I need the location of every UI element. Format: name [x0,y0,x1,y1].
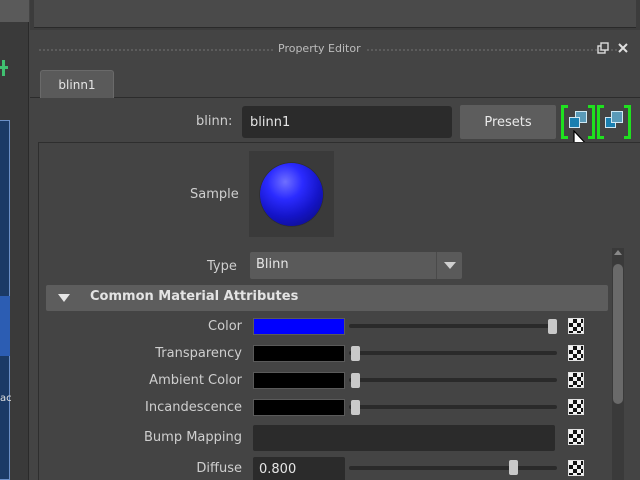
type-dropdown[interactable]: Blinn [250,252,462,279]
color-swatch[interactable] [253,318,345,335]
type-label: Type [207,259,237,274]
checker-map-icon[interactable] [568,345,584,361]
add-icon[interactable] [0,60,8,76]
top-viewport-remnant [30,0,640,30]
transparency-swatch[interactable] [253,345,345,362]
attr-label-bump-mapping: Bump Mapping [144,430,242,445]
presets-button[interactable]: Presets [460,105,556,139]
material-sample-swatch [249,151,334,237]
ambient-color-slider-handle[interactable] [351,373,360,388]
tab-bar: blinn1 [30,66,640,98]
node-name-field[interactable] [242,106,452,138]
chevron-down-icon[interactable] [436,252,462,279]
material-preview-sphere [260,163,323,226]
sample-label: Sample [190,187,239,202]
diffuse-slider[interactable] [349,466,557,470]
viewport-remnant [0,0,29,22]
float-window-icon[interactable] [596,41,610,55]
attr-label-transparency: Transparency [155,346,242,361]
transparency-slider[interactable] [349,351,557,355]
outliner-text-fragment: ac [0,393,12,404]
tab-blinn1[interactable]: blinn1 [40,70,114,98]
diffuse-slider-handle[interactable] [509,460,518,475]
ambient-color-swatch[interactable] [253,372,345,389]
left-panel-strip: ac [0,0,29,480]
scroll-up-icon[interactable] [614,250,622,255]
ambient-color-slider[interactable] [349,378,557,382]
property-editor-titlebar[interactable]: Property Editor [30,38,640,62]
transparency-slider-handle[interactable] [351,346,360,361]
incandescence-slider-handle[interactable] [351,400,360,415]
checker-map-icon[interactable] [568,372,584,388]
show-output-connections-icon [611,111,623,123]
outliner-panel-remnant: ac [0,120,12,480]
bump-mapping-field[interactable] [253,425,555,451]
expand-triangle-icon[interactable] [58,294,70,302]
checker-map-icon[interactable] [568,399,584,415]
vertical-scrollbar[interactable] [612,248,624,480]
node-type-label: blinn: [196,114,233,129]
color-slider[interactable] [349,324,557,328]
close-icon[interactable] [616,41,630,55]
type-value: Blinn [256,257,289,272]
color-slider-handle[interactable] [548,319,557,334]
show-output-connections-button[interactable] [597,105,631,139]
attr-label-color: Color [208,319,242,334]
section-title: Common Material Attributes [90,289,299,304]
checker-map-icon[interactable] [568,429,584,445]
window-title: Property Editor [274,42,365,55]
attr-label-ambient-color: Ambient Color [149,373,242,388]
section-common-material-attributes[interactable]: Common Material Attributes [46,285,608,311]
diffuse-value-field[interactable]: 0.800 [253,457,345,480]
outliner-selected-row[interactable] [0,296,10,356]
checker-map-icon[interactable] [568,460,584,476]
attr-label-incandescence: Incandescence [145,400,242,415]
incandescence-swatch[interactable] [253,399,345,416]
attr-label-diffuse: Diffuse [196,461,242,476]
scrollbar-thumb[interactable] [613,264,623,404]
incandescence-slider[interactable] [349,405,557,409]
checker-map-icon[interactable] [568,318,584,334]
